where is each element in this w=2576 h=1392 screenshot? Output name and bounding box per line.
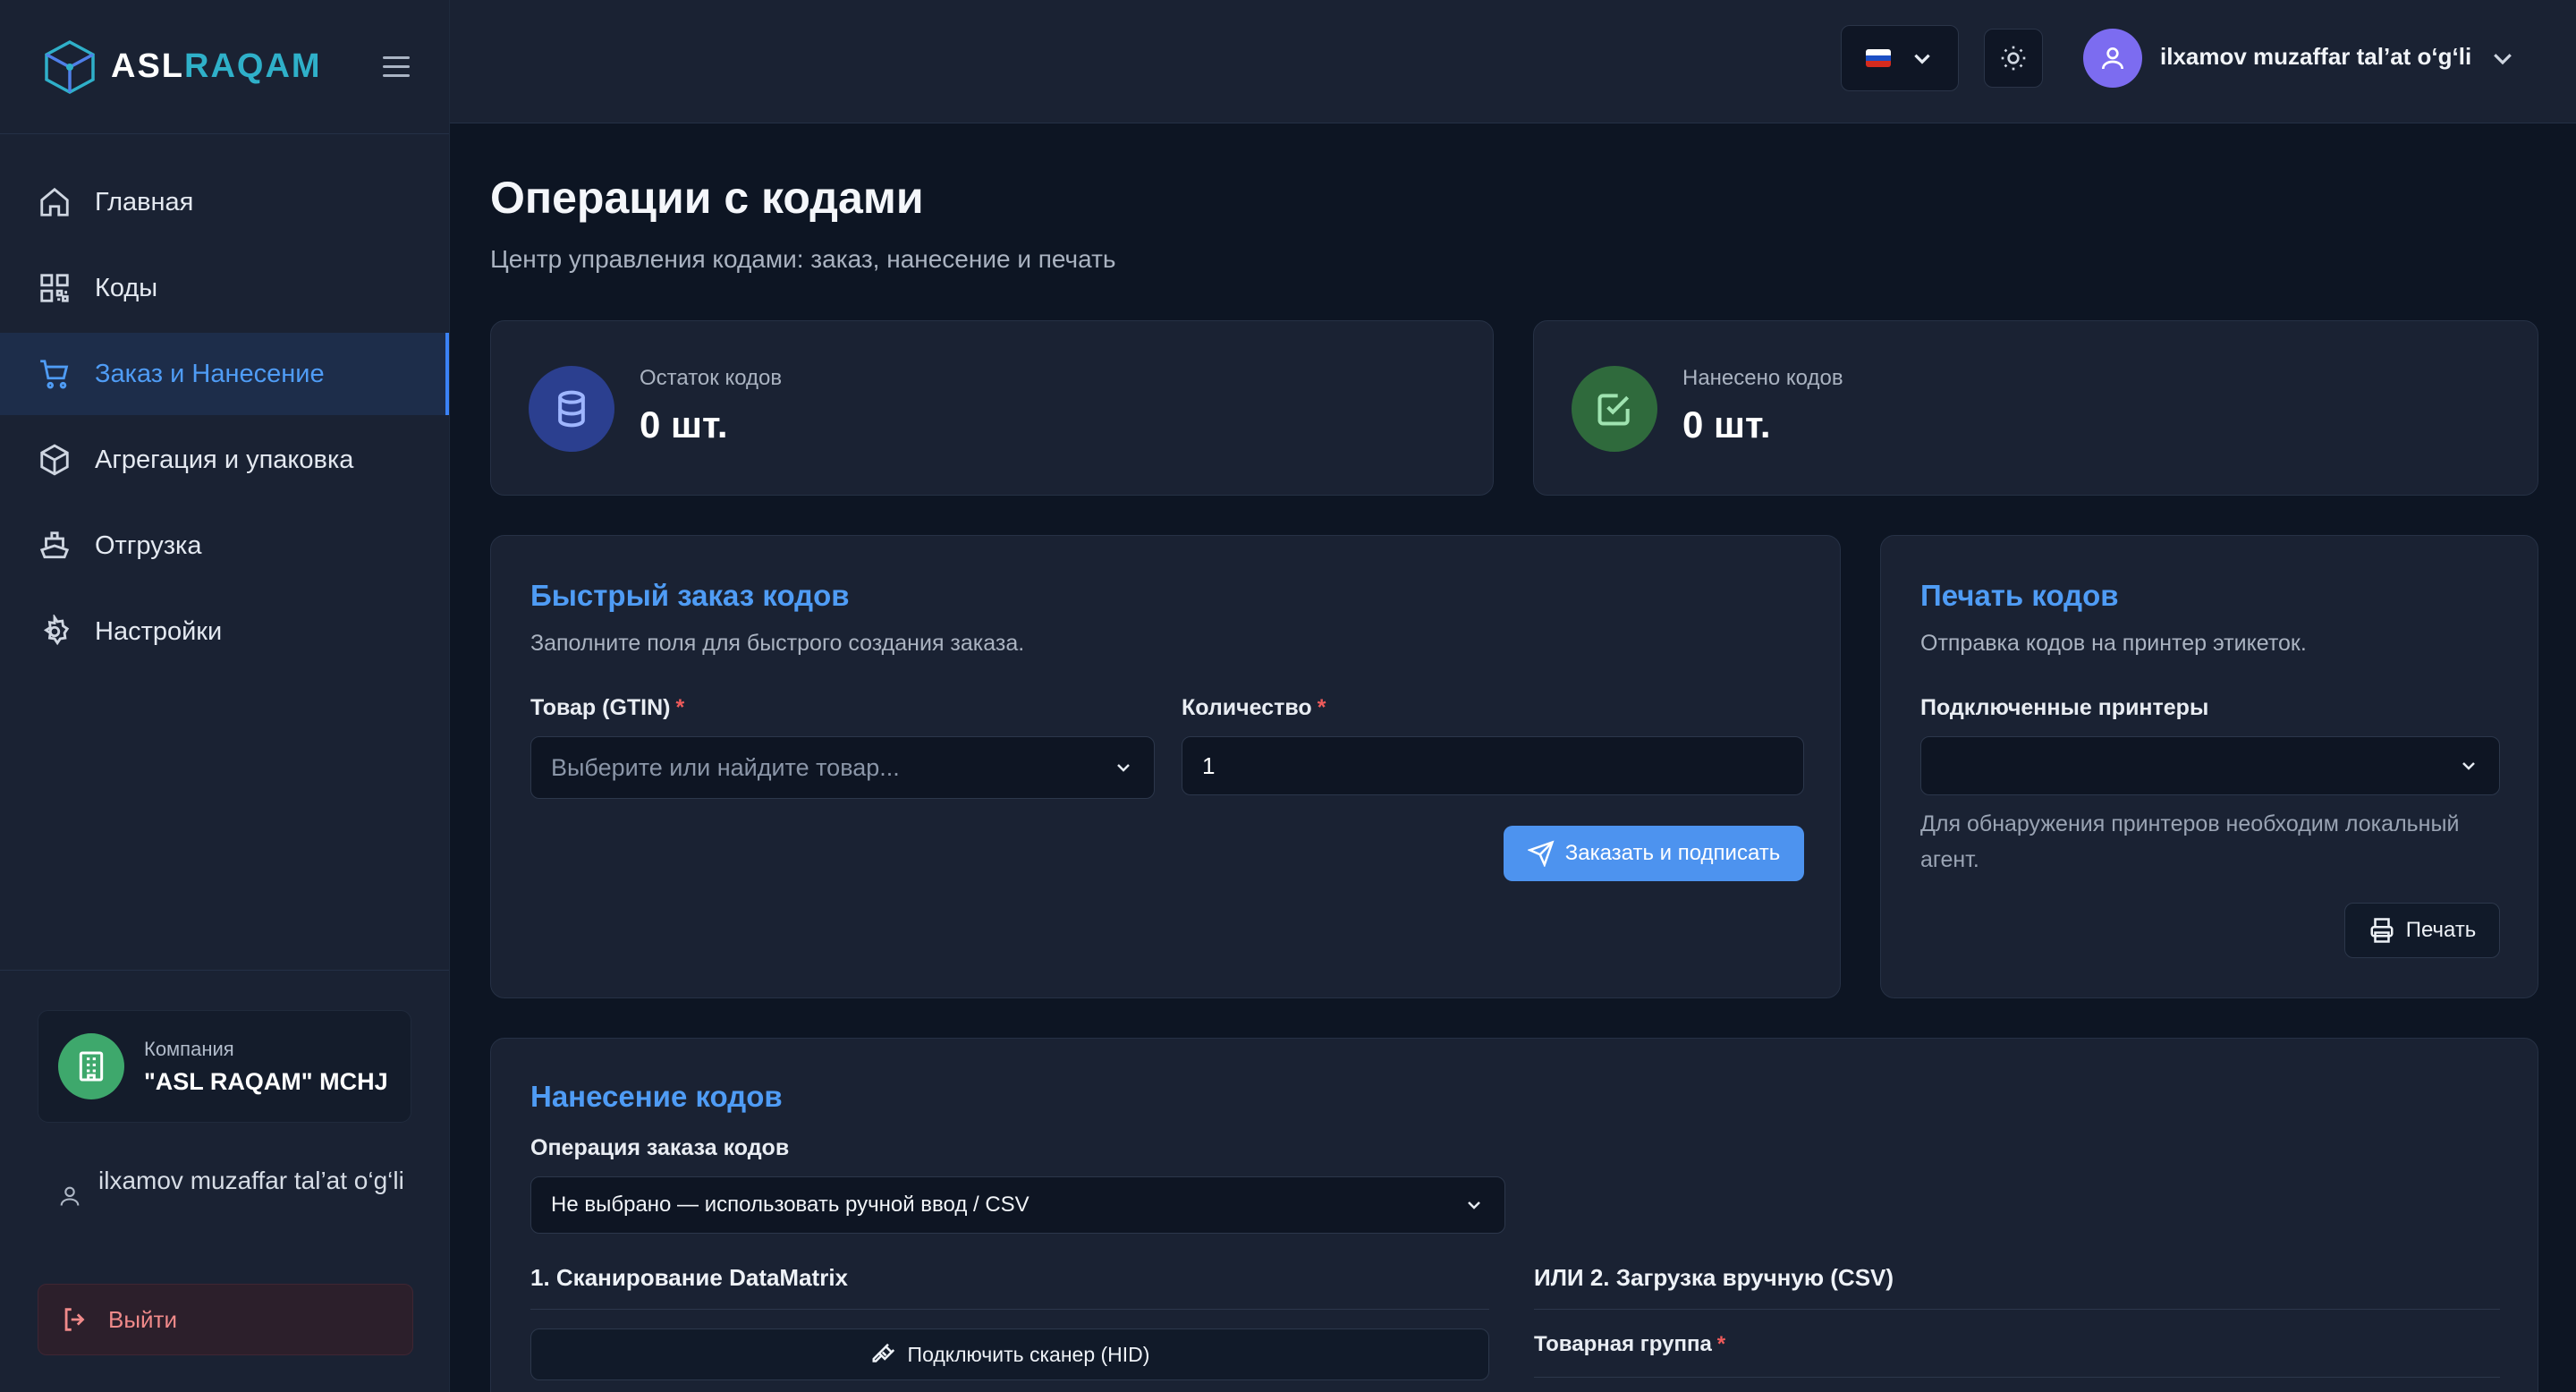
chevron-down-icon xyxy=(1468,1201,1480,1210)
database-icon xyxy=(529,366,614,452)
sidebar-item-codes[interactable]: Коды xyxy=(0,247,449,329)
gear-icon xyxy=(43,615,70,646)
apply-title: Нанесение кодов xyxy=(530,1080,783,1113)
sidebar-item-label: Главная xyxy=(95,187,194,216)
stat-card-applied: Нанесено кодов 0 шт. xyxy=(1533,320,2538,496)
printers-label: Подключенные принтеры xyxy=(1920,695,2209,720)
print-title: Печать кодов xyxy=(1920,579,2119,612)
language-selector[interactable] xyxy=(1841,25,1959,91)
cube-logo-icon xyxy=(45,39,95,94)
quick-order-description: Заполните поля для быстрого создания зак… xyxy=(530,631,1025,656)
theme-toggle-button[interactable] xyxy=(1984,29,2043,88)
page-subtitle: Центр управления кодами: заказ, нанесени… xyxy=(490,245,1116,273)
header-user-name[interactable]: ilxamov muzaffar tal’at o‘g‘li xyxy=(2160,43,2471,71)
logout-label: Выйти xyxy=(108,1305,177,1333)
stat-value: 0 шт. xyxy=(1682,403,1771,446)
sidebar-item-label: Агрегация и упаковка xyxy=(95,445,354,474)
sidebar-user-name: ilxamov muzaffar tal’at o‘g‘li xyxy=(98,1167,404,1194)
sidebar-item-label: Коды xyxy=(95,273,158,302)
stat-card-remaining: Остаток кодов 0 шт. xyxy=(490,320,1494,496)
product-label: Товар (GTIN) * xyxy=(530,695,685,720)
user-icon xyxy=(2102,47,2123,70)
quick-order-card: Быстрый заказ кодов Заполните поля для б… xyxy=(490,535,1841,998)
product-select[interactable]: Выберите или найдите товар... xyxy=(530,736,1155,799)
stat-label: Остаток кодов xyxy=(640,366,783,390)
qr-code-icon xyxy=(40,274,69,302)
quantity-label: Количество * xyxy=(1182,695,1326,720)
sidebar-item-aggregation[interactable]: Агрегация и упаковка xyxy=(0,419,449,501)
print-button[interactable]: Печать xyxy=(2344,903,2500,958)
order-and-sign-button[interactable]: Заказать и подписать xyxy=(1504,826,1804,881)
scan-heading: 1. Сканирование DataMatrix xyxy=(530,1264,849,1291)
top-header: ilxamov muzaffar tal’at o‘g‘li xyxy=(450,0,2576,123)
sidebar-item-order-apply[interactable]: Заказ и Нанесение xyxy=(0,333,449,415)
checkbox-icon xyxy=(1572,366,1657,452)
stat-label: Нанесено кодов xyxy=(1682,366,1843,390)
logout-icon xyxy=(64,1308,85,1331)
sidebar-item-settings[interactable]: Настройки xyxy=(0,590,449,673)
sidebar-nav: Главная Коды Заказ и Нанесение Агрегация… xyxy=(0,134,449,673)
russia-flag-icon xyxy=(1866,49,1891,67)
csv-divider-2 xyxy=(1534,1377,2500,1378)
quick-order-title: Быстрый заказ кодов xyxy=(530,579,850,612)
operation-select[interactable]: Не выбрано — использовать ручной ввод / … xyxy=(530,1176,1505,1234)
user-menu-chevron-icon[interactable] xyxy=(2489,45,2516,72)
company-label: Компания xyxy=(144,1037,234,1060)
menu-toggle-icon[interactable] xyxy=(382,52,413,82)
scan-divider xyxy=(530,1309,1489,1310)
sidebar-item-label: Заказ и Нанесение xyxy=(95,359,325,388)
company-name: "ASL RAQAM" MCHJ xyxy=(144,1067,388,1095)
print-card: Печать кодов Отправка кодов на принтер э… xyxy=(1880,535,2538,998)
printer-select[interactable] xyxy=(1920,736,2500,795)
building-icon xyxy=(58,1033,124,1099)
product-group-label: Товарная группа * xyxy=(1534,1332,1726,1356)
plug-icon xyxy=(872,1343,894,1362)
sidebar-item-shipment[interactable]: Отгрузка xyxy=(0,505,449,587)
connect-scanner-button[interactable]: Подключить сканер (HID) xyxy=(530,1328,1489,1380)
operation-label: Операция заказа кодов xyxy=(530,1135,790,1160)
send-icon xyxy=(1527,840,1555,867)
csv-divider xyxy=(1534,1309,2500,1310)
stat-value: 0 шт. xyxy=(640,403,728,446)
printer-hint: Для обнаружения принтеров необходим лока… xyxy=(1920,811,2460,872)
brand: ASLRAQAM xyxy=(0,0,449,134)
sidebar-footer: Компания "ASL RAQAM" MCHJ ilxamov muzaff… xyxy=(0,970,449,1355)
page-title: Операции с кодами xyxy=(490,173,924,223)
chevron-down-icon xyxy=(1117,764,1130,772)
quantity-input[interactable]: 1 xyxy=(1182,736,1804,795)
brand-name[interactable]: ASLRAQAM xyxy=(111,47,322,86)
avatar[interactable] xyxy=(2083,29,2142,88)
cart-icon xyxy=(40,360,69,389)
print-description: Отправка кодов на принтер этикеток. xyxy=(1920,631,2307,656)
package-icon xyxy=(40,444,69,476)
apply-codes-card: Нанесение кодов Операция заказа кодов Не… xyxy=(490,1038,2538,1392)
sidebar: ASLRAQAM Главная Коды Заказ и Нанесение … xyxy=(0,0,450,1392)
sidebar-item-home[interactable]: Главная xyxy=(0,161,449,243)
printer-icon xyxy=(2370,918,2394,943)
home-icon xyxy=(40,187,69,216)
company-card: Компания "ASL RAQAM" MCHJ xyxy=(38,1010,411,1123)
csv-heading: ИЛИ 2. Загрузка вручную (CSV) xyxy=(1534,1264,1894,1291)
chevron-down-icon xyxy=(1914,54,1930,64)
logout-button[interactable]: Выйти xyxy=(38,1284,413,1355)
sun-icon xyxy=(2001,46,2026,71)
chevron-down-icon xyxy=(2462,762,2475,770)
sidebar-user: ilxamov muzaffar tal’at o‘g‘li xyxy=(57,1160,415,1209)
sidebar-item-label: Настройки xyxy=(95,616,223,646)
user-icon xyxy=(60,1186,80,1206)
sidebar-item-label: Отгрузка xyxy=(95,530,202,560)
ship-icon xyxy=(39,531,70,559)
